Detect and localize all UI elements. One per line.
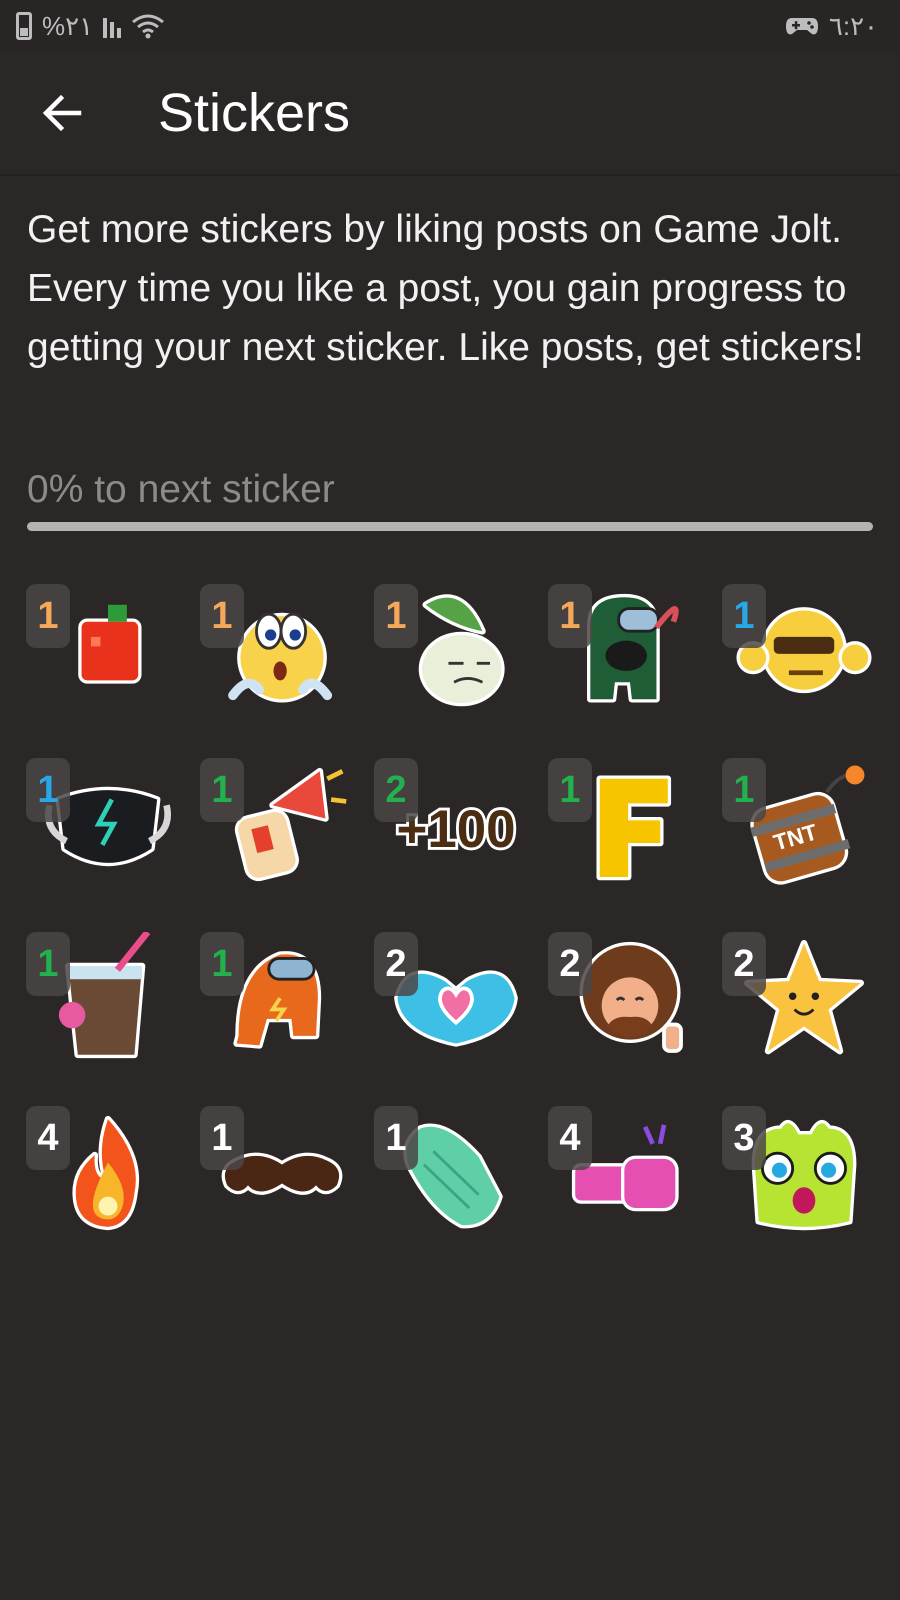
progress-label: 0% to next sticker (27, 468, 335, 511)
intro-text: Get more stickers by liking posts on Gam… (27, 208, 864, 369)
sticker-tnt-barrel[interactable]: TNT 1 (722, 756, 872, 906)
sticker-count-badge: 2 (548, 932, 592, 996)
sticker-orange-crewmate[interactable]: 1 (200, 930, 350, 1080)
sticker-letter-f[interactable]: 1 (548, 756, 698, 906)
sticker-count-badge: 1 (26, 758, 70, 822)
sticker-green-creature[interactable]: 3 (722, 1104, 872, 1254)
sticker-count-badge: 2 (374, 758, 418, 822)
battery-icon (16, 12, 32, 40)
sticker-face-mask[interactable]: 1 (26, 756, 176, 906)
sticker-count-badge: 2 (374, 932, 418, 996)
sticker-count-badge: 1 (722, 584, 766, 648)
sticker-count-badge: 4 (26, 1106, 70, 1170)
sticker-chocolate-drink[interactable]: 1 (26, 930, 176, 1080)
sticker-pixel-apple[interactable]: 1 (26, 582, 176, 732)
sticker-turnip[interactable]: 1 (374, 582, 524, 732)
gamepad-icon (785, 18, 818, 35)
sticker-count-badge: 2 (722, 932, 766, 996)
app-bar: Stickers (0, 52, 900, 176)
status-right: ٦:۲۰ (785, 11, 878, 42)
sticker-count-badge: 1 (374, 584, 418, 648)
status-bar: %۲۱ ٦:۲۰ (0, 0, 900, 52)
sticker-count-badge: 1 (200, 932, 244, 996)
sticker-smiling-star[interactable]: 2 (722, 930, 872, 1080)
sticker-heart-hands[interactable]: 2 (374, 930, 524, 1080)
sticker-count-badge: 3 (722, 1106, 766, 1170)
sticker-count-badge: 1 (200, 758, 244, 822)
status-left: %۲۱ (16, 11, 165, 42)
sticker-sunglasses-face[interactable]: 1 (722, 582, 872, 732)
sticker-plus-100[interactable]: +100 2 (374, 756, 524, 906)
sticker-count-badge: 1 (200, 1106, 244, 1170)
signal-icon (103, 14, 122, 38)
sticker-air-horn[interactable]: 1 (200, 756, 350, 906)
sticker-grid: 1 1 1 1 1 1 1 +100 2 1 TNT 1 1 1 2 2 2 4 1 1 4 3 (26, 582, 896, 1278)
sticker-count-badge: 1 (548, 758, 592, 822)
sticker-count-badge: 1 (26, 932, 70, 996)
sticker-count-badge: 1 (548, 584, 592, 648)
sticker-green-crewmate-monster[interactable]: 1 (548, 582, 698, 732)
sticker-count-badge: 1 (374, 1106, 418, 1170)
arrow-left-icon (42, 94, 82, 132)
sticker-mustache[interactable]: 1 (200, 1104, 350, 1254)
sticker-count-badge: 1 (722, 758, 766, 822)
sticker-bob-ross[interactable]: 2 (548, 930, 698, 1080)
back-button[interactable] (0, 51, 124, 175)
sticker-count-badge: 4 (548, 1106, 592, 1170)
clock: ٦:۲۰ (828, 10, 878, 41)
sticker-count-badge: 1 (26, 584, 70, 648)
battery-percentage: %۲۱ (42, 10, 94, 41)
sticker-fist-bump[interactable]: 4 (548, 1104, 698, 1254)
sticker-count-badge: 1 (200, 584, 244, 648)
sticker-surprised-face[interactable]: 1 (200, 582, 350, 732)
progress-bar (27, 522, 873, 531)
page-title: Stickers (158, 83, 351, 143)
wifi-icon (132, 14, 164, 39)
sticker-fire[interactable]: 4 (26, 1104, 176, 1254)
sticker-clapping-hands[interactable]: 1 (374, 1104, 524, 1254)
